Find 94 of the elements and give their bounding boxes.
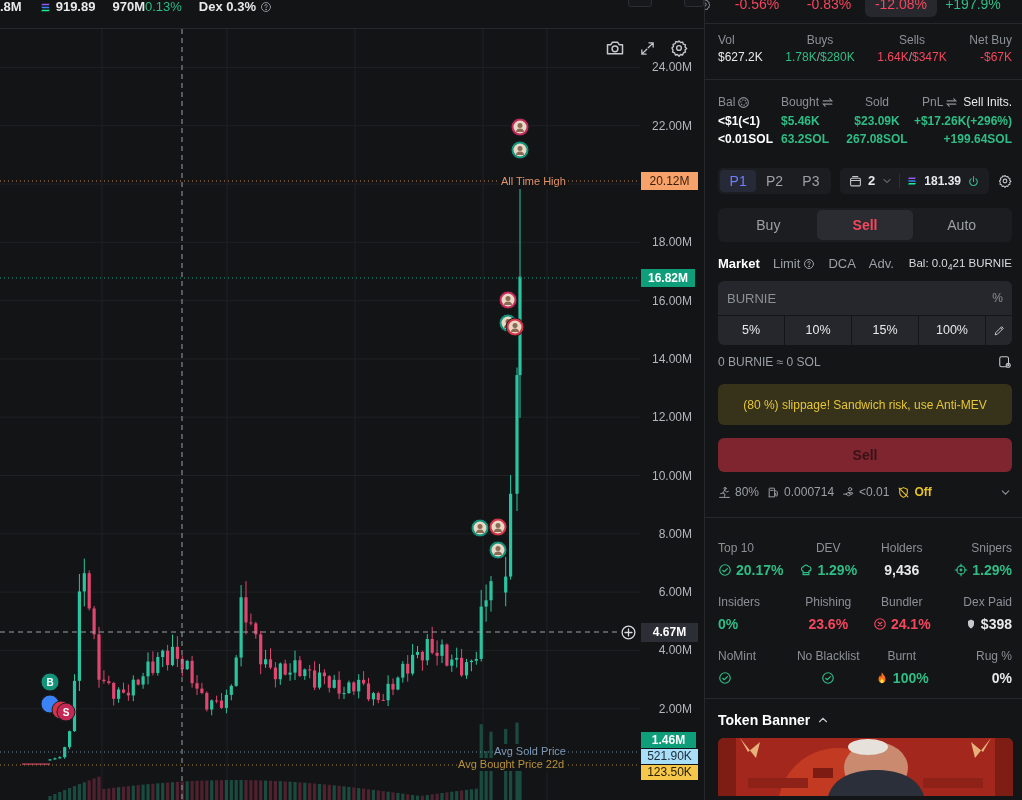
axis-label: 24.00M <box>651 59 692 76</box>
axis-label: 14.00M <box>651 350 692 367</box>
table-cell-text: +$17.26K(+296%) <box>913 113 1012 130</box>
price-tag: 1.46M <box>641 732 696 748</box>
stat-value: 23.6% <box>808 614 849 634</box>
stat-label: NoMint <box>718 648 756 664</box>
wallet-balance: 181.39 <box>924 173 961 190</box>
price-tag: 20.12M <box>641 172 698 190</box>
axis-label: 18.00M <box>651 234 692 251</box>
preset-tab[interactable]: P3 <box>792 170 830 192</box>
column-label: Buys <box>806 32 834 48</box>
order-type-tab[interactable]: Limit <box>772 254 816 274</box>
stat-label: Phishing <box>805 594 852 610</box>
order-type-tab[interactable]: Adv. <box>868 254 894 274</box>
price-line-label: Avg Sold Price <box>493 744 567 758</box>
stat-value: $627.2K <box>718 49 763 66</box>
stat-value: Dex 0.3% <box>198 0 256 15</box>
stat-value: 100% <box>892 668 929 688</box>
stat-value: .8M <box>0 0 22 15</box>
stat-label: Snipers <box>971 540 1012 556</box>
column-label: Bal <box>718 94 736 111</box>
axis-label: 8.00M <box>658 525 692 542</box>
table-cell-text: 267.08SOL <box>846 131 908 148</box>
table-cell-text: <$1(<1) <box>718 113 761 130</box>
setting-value: Off <box>914 484 932 501</box>
amount-preset-button[interactable]: 5% <box>718 316 784 345</box>
table-cell-text: 63.2SOL <box>781 131 830 148</box>
stat-label: Top 10 <box>718 540 755 556</box>
column-label: Net Buy <box>969 32 1012 48</box>
trade-marker[interactable]: S <box>56 702 76 722</box>
order-type-tab[interactable]: DCA <box>828 254 856 274</box>
stat-label: Insiders <box>718 594 761 610</box>
trade-tab[interactable]: Sell <box>816 210 914 240</box>
amount-preset-button[interactable]: 10% <box>785 316 851 345</box>
preset-tab[interactable]: P2 <box>756 170 793 192</box>
price-tag: 521.90K <box>641 749 698 764</box>
table-cell-text: <0.01SOL <box>718 131 774 148</box>
balance-text: Bal: 0.0$_{4}$21 BURNIE <box>908 256 1012 273</box>
sell-inits-link[interactable]: Sell Inits. <box>963 93 1012 111</box>
stat-label: Bundler <box>881 594 923 610</box>
trade-tab[interactable]: Auto <box>913 210 1010 240</box>
column-label: Vol <box>718 32 735 48</box>
stat-value: 970M0.13% <box>112 0 182 15</box>
column-label: Sells <box>899 32 925 48</box>
warning-banner: (80 %) slippage! Sandwich risk, use Anti-MEV <box>718 384 1012 425</box>
table-cell-text: +199.64SOL <box>943 131 1012 148</box>
trade-marker[interactable]: B <box>40 672 60 692</box>
stat-label: Holders <box>881 540 923 556</box>
stat-label: DEV <box>815 540 841 556</box>
setting-value: 80% <box>735 484 760 501</box>
price-tag: 4.67M <box>641 623 698 642</box>
order-type-tab[interactable]: Market <box>718 254 760 274</box>
section-title: Token Banner <box>718 710 811 730</box>
stat-value: $398 <box>980 614 1012 634</box>
stat-label: Burnt <box>887 648 917 664</box>
table-cell-text: $5.46K <box>781 113 820 130</box>
stat-label: No Blacklist <box>796 648 860 664</box>
axis-label: 10.00M <box>651 467 692 484</box>
stat-value: 1.78K/$280K <box>785 49 855 66</box>
column-label: Sold <box>865 94 889 111</box>
column-label: Bought <box>781 94 820 111</box>
unit-label: % <box>992 290 1003 306</box>
stat-value: 0% <box>991 668 1012 688</box>
preset-tab[interactable]: P1 <box>720 170 757 192</box>
estimate-text: 0 BURNIE ≈ 0 SOL <box>718 354 821 371</box>
setting-value: <0.01 <box>859 484 890 501</box>
table-cell-text: $23.09K <box>854 113 900 130</box>
trade-tab[interactable]: Buy <box>720 210 817 240</box>
axis-label: 22.00M <box>651 117 692 134</box>
price-tag: 16.82M <box>641 269 695 287</box>
stat-value: -$67K <box>979 49 1012 66</box>
stat-value: 1.29% <box>817 560 858 580</box>
stat-value: 24.1% <box>890 614 931 634</box>
axis-label: 2.00M <box>658 700 692 717</box>
axis-label: 12.00M <box>651 409 692 426</box>
amount-preset-button[interactable]: 100% <box>919 316 985 345</box>
axis-label: 16.00M <box>651 292 692 309</box>
stat-value: 0% <box>718 614 739 634</box>
setting-value: 0.000714 <box>784 484 835 501</box>
stat-value: 9,436 <box>884 560 920 580</box>
stat-value: 20.17% <box>736 560 784 580</box>
amount-preset-button[interactable]: 15% <box>852 316 918 345</box>
price-line-label: All Time High <box>499 173 568 189</box>
axis-label: 6.00M <box>658 584 692 601</box>
stat-value: 1.29% <box>972 560 1012 580</box>
stat-value: 1.64K/$347K <box>877 49 947 66</box>
price-line-label: Avg Bought Price 22d <box>457 758 566 771</box>
wallet-count[interactable]: 2 <box>868 171 876 191</box>
axis-label: 4.00M <box>658 642 692 659</box>
stat-value: 919.89 <box>55 0 96 15</box>
column-label: PnL <box>921 94 944 111</box>
stat-label: Dex Paid <box>963 594 1012 610</box>
price-tag: 123.50K <box>641 765 698 780</box>
stat-label: Rug % <box>975 648 1012 664</box>
